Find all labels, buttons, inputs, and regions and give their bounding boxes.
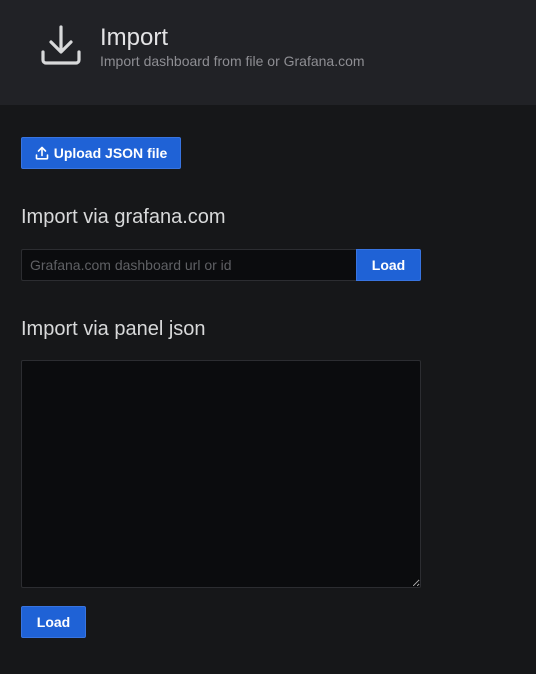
upload-icon [35, 146, 49, 160]
panel-json-load-label: Load [36, 614, 71, 630]
grafana-com-load-button[interactable]: Load [356, 249, 421, 281]
upload-json-label: Upload JSON file [53, 145, 168, 161]
grafana-com-load-label: Load [371, 257, 406, 273]
upload-json-button[interactable]: Upload JSON file [21, 137, 181, 169]
page-title: Import [100, 24, 169, 51]
panel-json-load-button[interactable]: Load [21, 606, 86, 638]
download-icon [41, 25, 81, 65]
panel-json-textarea[interactable] [21, 360, 421, 588]
grafana-com-url-input[interactable] [21, 249, 357, 281]
page-subtitle: Import dashboard from file or Grafana.co… [100, 53, 365, 69]
panel-json-section-title: Import via panel json [21, 318, 206, 340]
grafana-com-section-title: Import via grafana.com [21, 206, 226, 228]
page-header: Import Import dashboard from file or Gra… [0, 0, 536, 105]
